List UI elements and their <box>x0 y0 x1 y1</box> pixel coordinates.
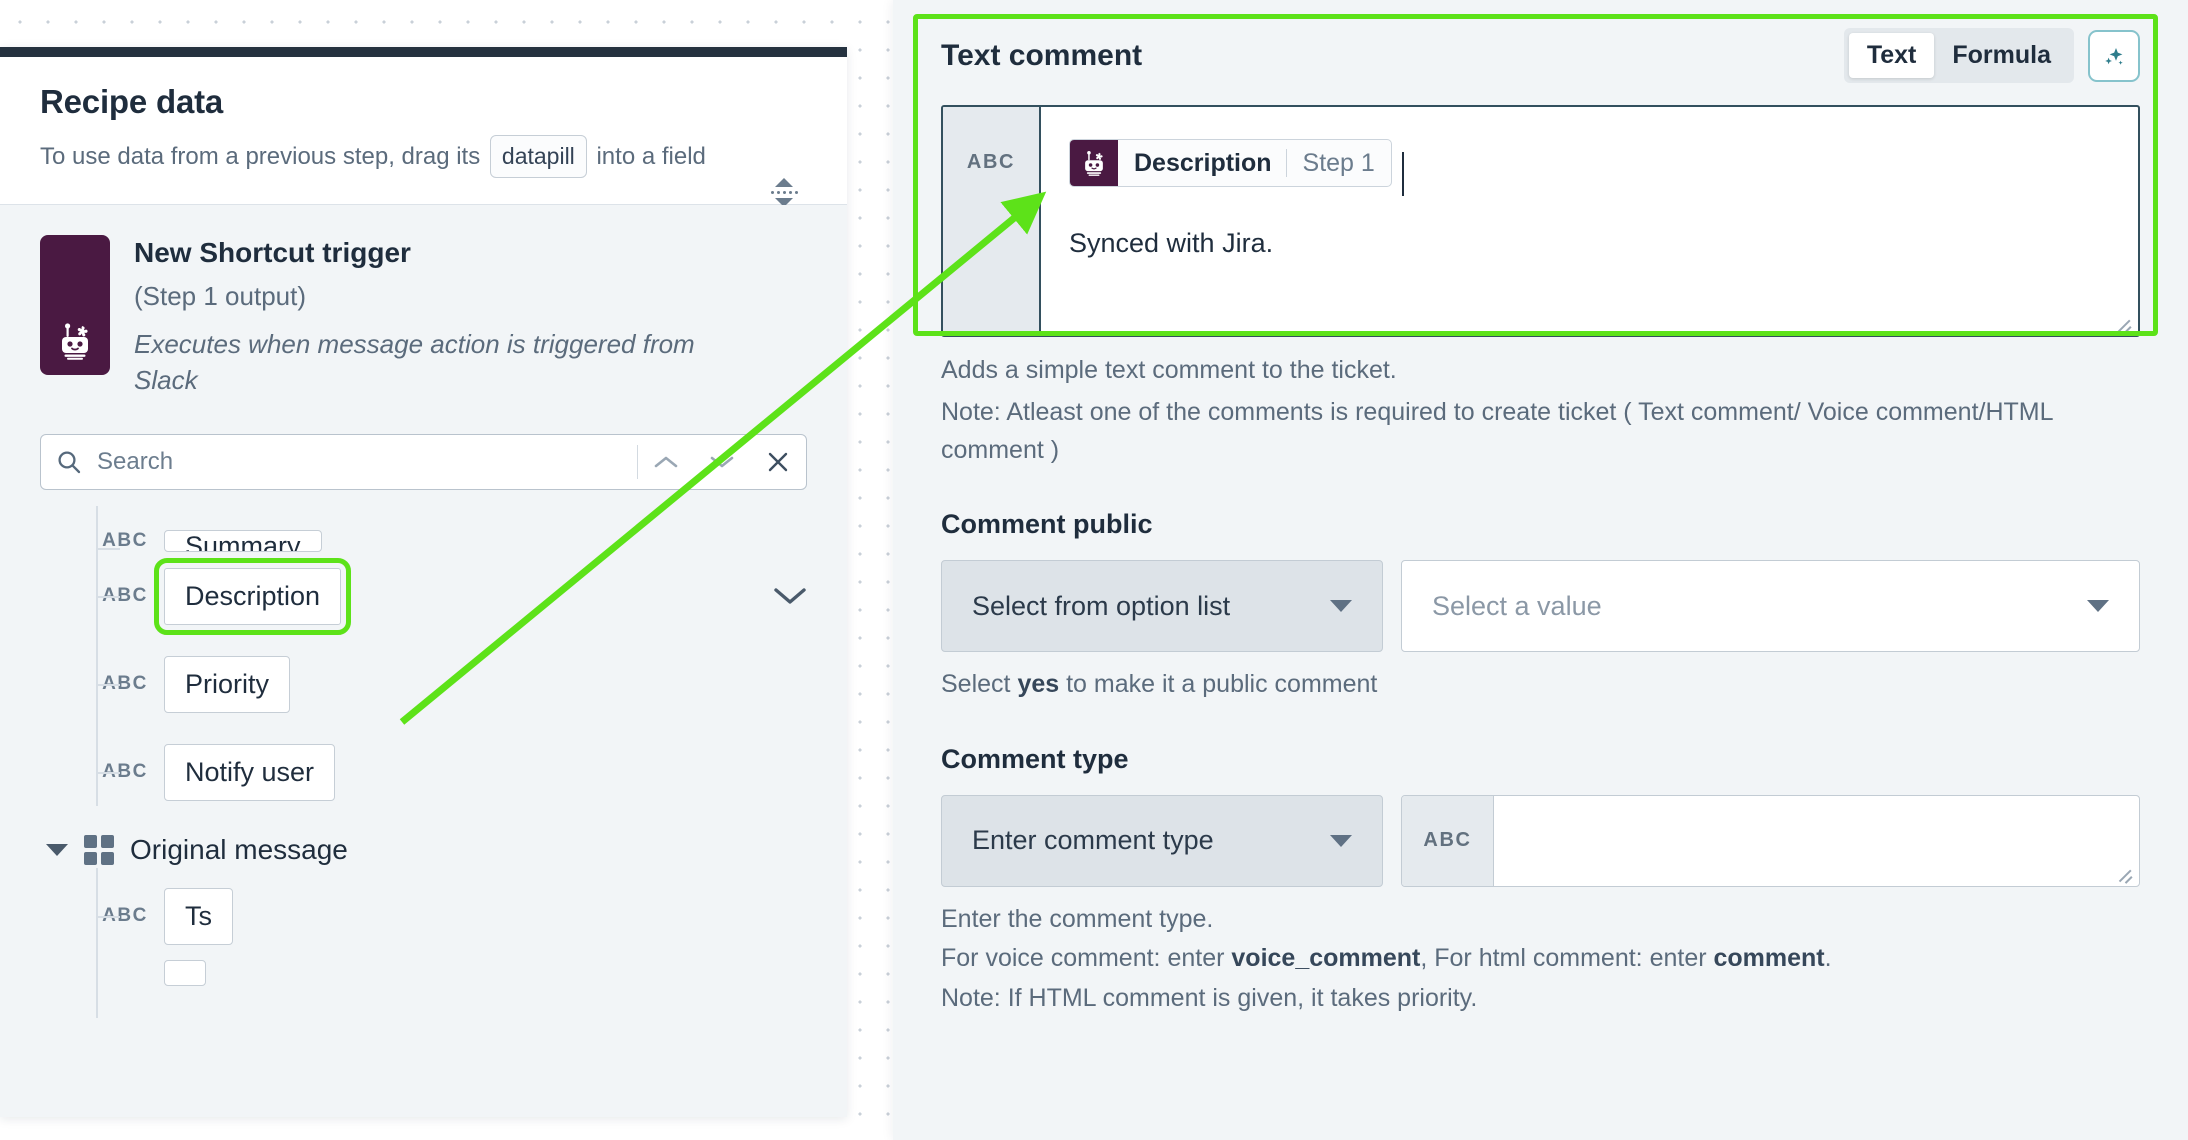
chevron-down-icon <box>1330 600 1352 612</box>
text-comment-field-header: Text comment Text Formula <box>941 0 2140 83</box>
hint-prefix: Select <box>941 670 1018 698</box>
hint-text-c: , For html comment: enter <box>1420 944 1714 972</box>
slack-bot-icon <box>1070 140 1118 186</box>
trigger-step-output: (Step 1 output) <box>134 280 306 311</box>
comment-public-mode-select[interactable]: Select from option list <box>941 560 1383 652</box>
tree-tick <box>96 916 120 919</box>
comment-type-hint-line-3: Note: If HTML comment is given, it takes… <box>941 983 1478 1012</box>
chevron-down-icon[interactable] <box>694 435 750 489</box>
comment-type-value-input[interactable]: ABC <box>1401 794 2140 887</box>
datapill-notify-user[interactable]: Notify user <box>164 743 336 801</box>
description-prefix: To use data from a previous step, drag i… <box>40 143 481 170</box>
text-comment-hint-line-1: Adds a simple text comment to the ticket… <box>941 356 1397 384</box>
tab-text[interactable]: Text <box>1848 33 1935 78</box>
caret-down-icon[interactable] <box>46 844 68 857</box>
comment-public-value-placeholder: Select a value <box>1432 590 1602 621</box>
tree-tick <box>96 684 120 687</box>
datapill-tree: ABC Summary ABC Description ABC Priority… <box>0 506 847 816</box>
text-comment-input[interactable]: ABC Description Step 1 Synced with Jira. <box>941 105 2140 337</box>
tree-tick <box>96 772 120 775</box>
group-label: Original message <box>130 834 348 866</box>
object-grid-icon <box>84 835 114 866</box>
comment-type-row: Enter comment type ABC <box>941 794 2140 887</box>
text-cursor <box>1401 151 1404 196</box>
trigger-name: New Shortcut trigger <box>134 236 411 268</box>
slack-bot-icon <box>40 234 110 375</box>
recipe-data-header: Recipe data To use data from a previous … <box>0 57 847 207</box>
comment-type-hint-line-1: Enter the comment type. <box>941 904 1214 933</box>
field-label-comment-public: Comment public <box>941 509 1153 539</box>
close-icon[interactable] <box>750 435 806 489</box>
comment-type-mode-label: Enter comment type <box>972 825 1214 855</box>
search-input[interactable] <box>97 448 637 477</box>
resize-dots <box>770 190 798 194</box>
search-tools <box>637 435 806 489</box>
field-label-comment-type: Comment type <box>941 743 1129 774</box>
recipe-data-panel: Recipe data To use data from a previous … <box>0 47 847 1117</box>
datapill-ts[interactable]: Ts <box>164 887 233 945</box>
input-body-text[interactable]: Synced with Jira. <box>1069 228 2110 259</box>
comment-public-value-select[interactable]: Select a value <box>1401 560 2140 652</box>
datapill-priority[interactable]: Priority <box>164 655 291 713</box>
sparkles-icon[interactable] <box>2088 29 2140 82</box>
tab-formula[interactable]: Formula <box>1934 33 2069 78</box>
input-type-tag: ABC <box>1402 795 1494 886</box>
recipe-data-body: New Shortcut trigger (Step 1 output) Exe… <box>0 204 847 1117</box>
datapill-partial[interactable] <box>164 960 206 987</box>
hint-suffix: to make it a public comment <box>1059 670 1378 698</box>
trigger-card[interactable]: New Shortcut trigger (Step 1 output) Exe… <box>0 205 847 413</box>
list-item[interactable]: ABC Summary <box>86 512 847 553</box>
hint-code-comment: comment <box>1713 944 1825 972</box>
trigger-description: Executes when message action is triggere… <box>134 328 695 396</box>
datapill-inline-chip: datapill <box>489 135 587 178</box>
comment-type-mode-select[interactable]: Enter comment type <box>941 794 1383 887</box>
resize-up-triangle <box>775 177 793 187</box>
datapill-chip-description[interactable]: Description Step 1 <box>1069 139 1392 187</box>
textarea-resize-grip[interactable] <box>2115 864 2133 882</box>
description-suffix: into a field <box>596 143 706 170</box>
field-header-controls: Text Formula <box>1843 28 2140 83</box>
list-item[interactable]: ABC Priority <box>86 640 847 728</box>
datapill-step: Step 1 <box>1302 148 1375 177</box>
comment-type-textarea[interactable] <box>1494 796 2139 886</box>
chevron-down-icon <box>1330 834 1352 847</box>
textarea-resize-grip[interactable] <box>2114 313 2132 331</box>
list-item[interactable]: ABC Ts <box>86 872 847 960</box>
action-config-panel: Text comment Text Formula ABC Descriptio… <box>893 0 2188 1140</box>
screen-root: Recipe data To use data from a previous … <box>0 0 2188 1140</box>
recipe-data-description: To use data from a previous step, drag i… <box>40 135 780 178</box>
input-type-tag: ABC <box>943 107 1041 335</box>
search-bar[interactable] <box>40 434 807 491</box>
chevron-up-icon[interactable] <box>638 435 694 489</box>
page-title: Recipe data <box>40 83 224 120</box>
hint-text-e: . <box>1824 944 1832 972</box>
datapill-description[interactable]: Description <box>153 557 352 635</box>
chevron-down-icon <box>2087 600 2109 612</box>
datapill-subtree: ABC Ts <box>0 868 847 1019</box>
datapill-summary[interactable]: Summary <box>164 530 322 553</box>
input-content[interactable]: Description Step 1 Synced with Jira. <box>1041 107 2138 335</box>
field-label-text-comment: Text comment <box>941 38 1143 72</box>
text-formula-toggle[interactable]: Text Formula <box>1843 28 2074 83</box>
comment-public-row: Select from option list Select a value <box>941 560 2140 652</box>
comment-type-hint-line-2: For voice comment: enter voice_comment, … <box>941 940 2140 978</box>
hint-code-voice-comment: voice_comment <box>1231 944 1421 972</box>
list-item[interactable]: ABC Description <box>86 552 847 640</box>
list-item[interactable] <box>86 960 847 987</box>
datapill-label: Description <box>1134 148 1272 177</box>
search-icon <box>41 449 97 475</box>
trigger-meta: New Shortcut trigger (Step 1 output) Exe… <box>134 235 807 399</box>
list-item[interactable]: ABC Notify user <box>86 728 847 816</box>
tree-tick <box>96 548 120 551</box>
tree-tick <box>96 596 120 599</box>
hint-text-a: For voice comment: enter <box>941 944 1232 972</box>
text-comment-hint-line-2: Note: Atleast one of the comments is req… <box>941 398 2053 464</box>
comment-public-mode-label: Select from option list <box>972 590 1231 621</box>
hint-bold: yes <box>1017 670 1060 698</box>
comment-public-hint: Select yes to make it a public comment <box>941 666 2140 704</box>
group-original-message[interactable]: Original message <box>46 834 847 866</box>
